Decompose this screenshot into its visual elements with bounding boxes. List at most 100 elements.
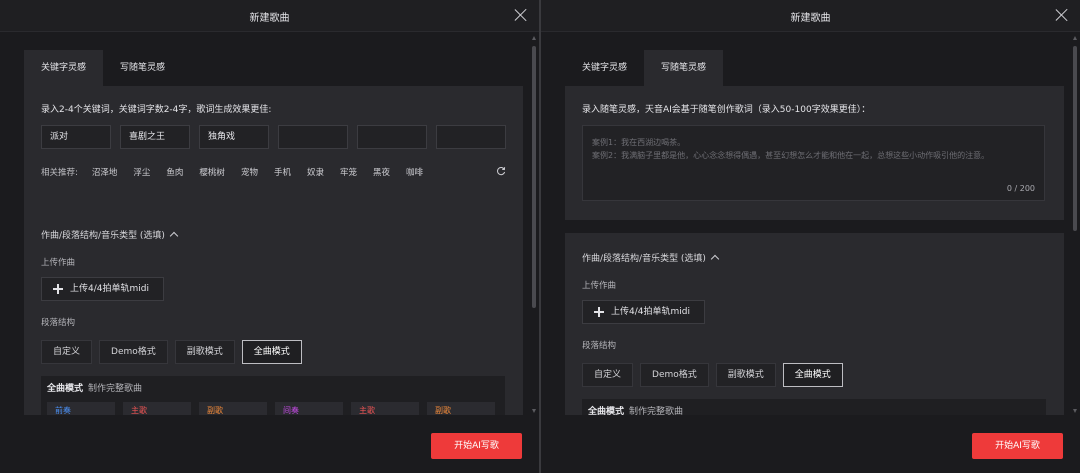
dialog-title: 新建歌曲 (249, 13, 290, 24)
keyword-input-2[interactable]: 喜剧之王 (120, 125, 190, 149)
placeholder-example-1: 案例1：我在西湖边喝茶。 (592, 138, 686, 147)
mode-full-button[interactable]: 全曲模式 (241, 340, 302, 364)
plus-icon (53, 284, 63, 294)
recommendation-item[interactable]: 咖啡 (406, 166, 423, 178)
keyword-input-1[interactable]: 派对 (41, 125, 111, 149)
mode-description-box: 全曲模式 制作完整歌曲 前奏 主歌 副歌 间奏 主歌 副歌 (41, 376, 505, 415)
tab-essay[interactable]: 写随笔灵感 (644, 50, 724, 86)
mode-demo-button[interactable]: Demo格式 (99, 340, 168, 364)
dialog-body[interactable]: 关键字灵感 写随笔灵感 录入2-4个关键词，关键词字数2-4字，歌词生成效果更佳… (0, 33, 527, 415)
dialog-footer: 开始AI写歌 (541, 415, 1080, 473)
essay-hint: 录入随笔灵感，天音AI会基于随笔创作歌词（录入50-100字效果更佳）： (582, 105, 871, 115)
keyword-input-5[interactable] (357, 125, 427, 149)
start-ai-songwriting-button[interactable]: 开始AI写歌 (431, 433, 522, 459)
upload-midi-button[interactable]: 上传4/4拍单轨midi (582, 300, 705, 324)
recommendation-item[interactable]: 宠物 (241, 166, 258, 178)
recommendation-row: 相关推荐: 沼泽地 浮尘 鱼肉 樱桃树 宠物 手机 奴隶 牢笼 黑夜 咖啡 (41, 166, 513, 178)
new-song-dialog-keywords: 新建歌曲 关键字灵感 写随笔灵感 录入2-4个关键词，关键词字数2-4字，歌词生… (0, 0, 539, 473)
section-chip[interactable]: 前奏 (47, 402, 115, 415)
recommendation-item[interactable]: 沼泽地 (92, 166, 118, 178)
section-chip[interactable]: 间奏 (275, 402, 343, 415)
recommendation-item[interactable]: 奴隶 (307, 166, 324, 178)
scrollbar[interactable] (531, 36, 537, 413)
chevron-up-icon (169, 231, 179, 241)
scroll-up-arrow-icon[interactable] (532, 36, 536, 40)
recommendation-label: 相关推荐: (41, 168, 78, 178)
screenshot-pair: 新建歌曲 关键字灵感 写随笔灵感 录入2-4个关键词，关键词字数2-4字，歌词生… (0, 0, 1080, 473)
mode-demo-button[interactable]: Demo格式 (640, 363, 709, 387)
section-chip[interactable]: 主歌 (351, 402, 419, 415)
scrollbar[interactable] (1072, 36, 1078, 413)
options-panel: 作曲/段落结构/音乐类型 (选填) 上传作曲 上传4/4拍单轨midi 段落结构… (24, 210, 523, 415)
options-toggle[interactable]: 作曲/段落结构/音乐类型 (选填) (41, 228, 179, 241)
tab-keywords[interactable]: 关键字灵感 (24, 50, 104, 86)
new-song-dialog-essay: 新建歌曲 关键字灵感 写随笔灵感 录入随笔灵感，天音AI会基于随笔创作歌词（录入… (541, 0, 1080, 473)
char-counter: 0 / 200 (1006, 184, 1035, 193)
options-toggle[interactable]: 作曲/段落结构/音乐类型 (选填) (582, 251, 720, 264)
scroll-down-arrow-icon[interactable] (532, 409, 536, 413)
close-icon[interactable] (513, 7, 529, 23)
upload-midi-label: 上传4/4拍单轨midi (611, 307, 690, 317)
mode-custom-button[interactable]: 自定义 (41, 340, 93, 364)
mode-chorus-button[interactable]: 副歌模式 (715, 363, 776, 387)
section-chip[interactable]: 副歌 (199, 402, 267, 415)
scroll-down-arrow-icon[interactable] (1073, 409, 1077, 413)
upload-midi-button[interactable]: 上传4/4拍单轨midi (41, 277, 164, 301)
recommendation-item[interactable]: 浮尘 (133, 166, 150, 178)
keyword-hint: 录入2-4个关键词，关键词字数2-4字，歌词生成效果更佳: (41, 105, 272, 115)
options-panel: 作曲/段落结构/音乐类型 (选填) 上传作曲 上传4/4拍单轨midi 段落结构… (565, 233, 1064, 415)
mode-box-title: 全曲模式 (588, 407, 625, 415)
keyword-input-3[interactable]: 独角戏 (199, 125, 269, 149)
keyword-input-6[interactable] (436, 125, 506, 149)
inspiration-tabs: 关键字灵感 写随笔灵感 (565, 50, 724, 86)
mode-box-title: 全曲模式 (47, 384, 84, 394)
recommendation-item[interactable]: 鱼肉 (166, 166, 183, 178)
keyword-panel: 录入2-4个关键词，关键词字数2-4字，歌词生成效果更佳: 派对 喜剧之王 独角… (24, 86, 523, 230)
structure-label: 段落结构 (582, 341, 617, 351)
structure-label: 段落结构 (41, 318, 76, 328)
start-ai-songwriting-button[interactable]: 开始AI写歌 (972, 433, 1063, 459)
recommendation-item[interactable]: 樱桃树 (199, 166, 225, 178)
recommendation-item[interactable]: 手机 (274, 166, 291, 178)
dialog-title: 新建歌曲 (790, 13, 831, 24)
close-icon[interactable] (1054, 7, 1070, 23)
refresh-icon[interactable] (496, 166, 506, 176)
mode-description: 全曲模式 制作完整歌曲 (47, 381, 142, 394)
mode-custom-button[interactable]: 自定义 (582, 363, 634, 387)
recommendation-item[interactable]: 牢笼 (340, 166, 357, 178)
structure-modes: 自定义 Demo格式 副歌模式 全曲模式 (582, 363, 843, 387)
options-title: 作曲/段落结构/音乐类型 (选填) (41, 231, 165, 241)
mode-full-button[interactable]: 全曲模式 (782, 363, 843, 387)
placeholder-example-2: 案例2：我满脑子里都是他，心心念念想得偶遇，甚至幻想怎么才能和他在一起，总想这些… (592, 151, 990, 160)
dialog-footer: 开始AI写歌 (0, 415, 539, 473)
inspiration-tabs: 关键字灵感 写随笔灵感 (24, 50, 183, 86)
structure-modes: 自定义 Demo格式 副歌模式 全曲模式 (41, 340, 302, 364)
mode-chorus-button[interactable]: 副歌模式 (174, 340, 235, 364)
scrollbar-thumb[interactable] (532, 46, 536, 308)
mode-box-desc: 制作完整歌曲 (629, 407, 684, 415)
upload-midi-label: 上传4/4拍单轨midi (70, 284, 149, 294)
tab-essay[interactable]: 写随笔灵感 (103, 50, 183, 86)
essay-textarea[interactable]: 案例1：我在西湖边喝茶。 案例2：我满脑子里都是他，心心念念想得偶遇，甚至幻想怎… (582, 125, 1045, 201)
section-chip[interactable]: 主歌 (123, 402, 191, 415)
essay-panel: 录入随笔灵感，天音AI会基于随笔创作歌词（录入50-100字效果更佳）： 案例1… (565, 86, 1064, 220)
tab-keywords[interactable]: 关键字灵感 (565, 50, 645, 86)
section-chips: 前奏 主歌 副歌 间奏 主歌 副歌 (47, 402, 495, 415)
upload-label: 上传作曲 (582, 281, 617, 291)
section-chip[interactable]: 副歌 (427, 402, 495, 415)
scroll-up-arrow-icon[interactable] (1073, 36, 1077, 40)
essay-placeholder: 案例1：我在西湖边喝茶。 案例2：我满脑子里都是他，心心念念想得偶遇，甚至幻想怎… (592, 136, 1032, 162)
scrollbar-thumb[interactable] (1073, 46, 1077, 231)
upload-label: 上传作曲 (41, 258, 76, 268)
mode-description-box: 全曲模式 制作完整歌曲 (582, 399, 1046, 415)
dialog-body[interactable]: 关键字灵感 写随笔灵感 录入随笔灵感，天音AI会基于随笔创作歌词（录入50-10… (541, 33, 1068, 415)
options-title: 作曲/段落结构/音乐类型 (选填) (582, 254, 706, 264)
recommendation-item[interactable]: 黑夜 (373, 166, 390, 178)
plus-icon (594, 307, 604, 317)
dialog-titlebar: 新建歌曲 (0, 0, 539, 32)
mode-description: 全曲模式 制作完整歌曲 (588, 404, 683, 415)
keyword-inputs: 派对 喜剧之王 独角戏 (41, 125, 506, 149)
mode-box-desc: 制作完整歌曲 (88, 384, 143, 394)
keyword-input-4[interactable] (278, 125, 348, 149)
dialog-titlebar: 新建歌曲 (541, 0, 1080, 32)
